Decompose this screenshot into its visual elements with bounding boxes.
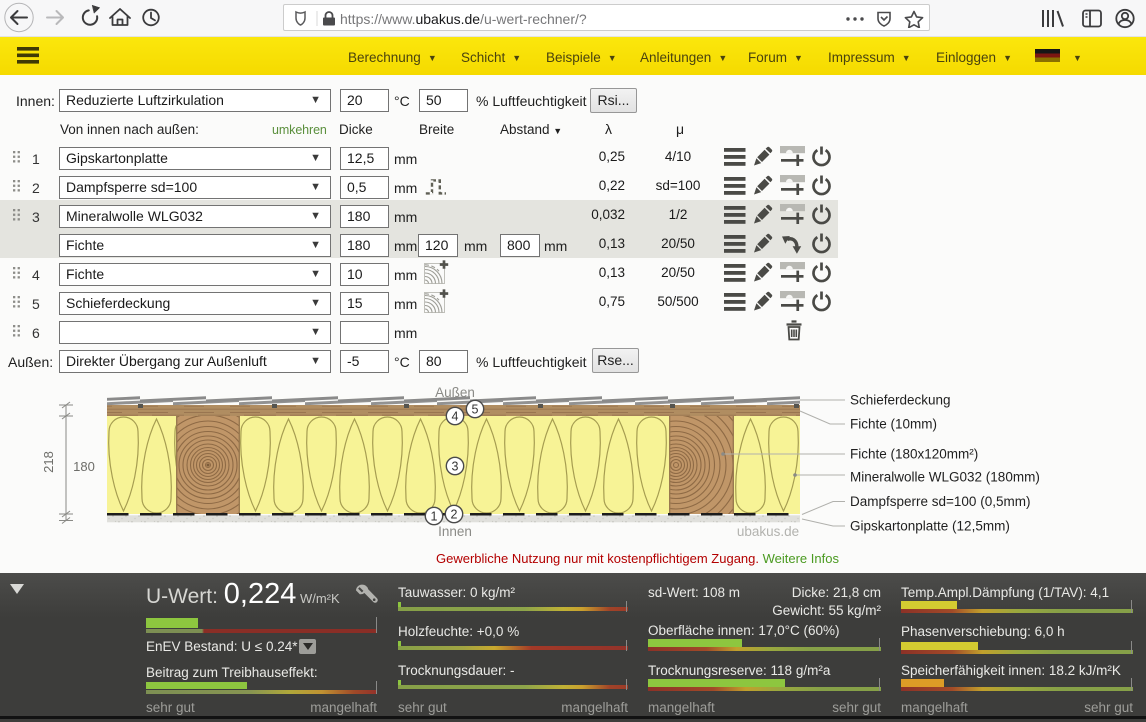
svg-text:180: 180 [73, 459, 95, 474]
svg-text:Fichte (10mm): Fichte (10mm) [850, 417, 937, 432]
svg-text:Schieferdeckung: Schieferdeckung [850, 393, 951, 408]
svg-text:4: 4 [452, 410, 459, 424]
svg-text:Mineralwolle WLG032 (180mm): Mineralwolle WLG032 (180mm) [850, 470, 1040, 485]
svg-text:218: 218 [41, 451, 56, 473]
svg-text:2: 2 [451, 508, 458, 522]
svg-text:Gipskartonplatte (12,5mm): Gipskartonplatte (12,5mm) [850, 519, 1010, 534]
svg-text:Außen: Außen [435, 385, 475, 400]
svg-text:5: 5 [472, 403, 479, 417]
svg-text:Fichte (180x120mm²): Fichte (180x120mm²) [850, 447, 978, 462]
svg-text:Dampfsperre sd=100 (0,5mm): Dampfsperre sd=100 (0,5mm) [850, 494, 1030, 509]
svg-text:1: 1 [431, 510, 438, 524]
svg-text:ubakus.de: ubakus.de [737, 524, 799, 539]
svg-text:Innen: Innen [438, 524, 472, 539]
svg-text:3: 3 [452, 460, 459, 474]
